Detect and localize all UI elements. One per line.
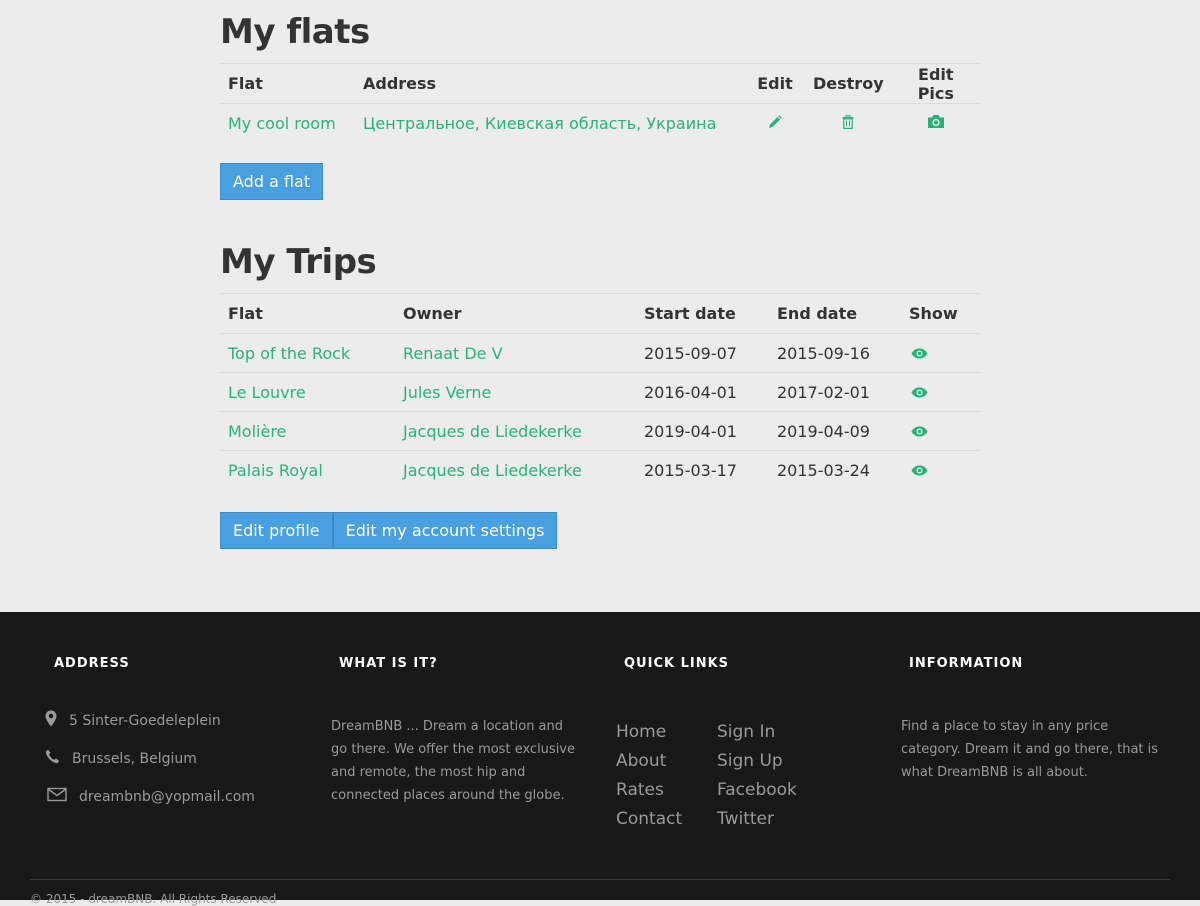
col-header-address: Address bbox=[355, 63, 745, 104]
col-header-owner: Owner bbox=[395, 293, 636, 334]
footer-what-text: DreamBNB ... Dream a location and go the… bbox=[331, 719, 575, 803]
add-flat-wrap: Add a flat bbox=[220, 163, 980, 200]
flats-table: Flat Address Edit Destroy Edit Pics My c… bbox=[220, 63, 980, 143]
table-header-row: Flat Owner Start date End date Show bbox=[220, 293, 980, 334]
eye-icon[interactable] bbox=[911, 383, 928, 402]
footer-what-heading: WHAT IS IT? bbox=[339, 656, 438, 671]
footer-information-text: Find a place to stay in any price catego… bbox=[901, 719, 1159, 780]
flats-section: My flats bbox=[220, 12, 980, 52]
footer-email-text[interactable]: dreambnb@yopmail.com bbox=[79, 789, 255, 805]
trip-owner-link[interactable]: Renaat De V bbox=[403, 344, 503, 363]
col-header-destroy: Destroy bbox=[805, 63, 892, 104]
col-header-start-date: Start date bbox=[636, 293, 769, 334]
col-header-edit-pics: Edit Pics bbox=[891, 63, 980, 104]
flat-link[interactable]: My cool room bbox=[228, 114, 336, 133]
trips-section: My Trips bbox=[220, 242, 980, 282]
footer-email: dreambnb@yopmail.com bbox=[47, 787, 255, 806]
trip-end-date: 2015-03-24 bbox=[777, 460, 870, 480]
footer: ADDRESS 5 Sinter-Goedeleplein Brussels, … bbox=[0, 612, 1200, 906]
trips-title: My Trips bbox=[220, 242, 377, 282]
trip-end-date: 2015-09-16 bbox=[769, 333, 901, 373]
trip-start-date: 2015-03-17 bbox=[644, 460, 737, 480]
footer-link-facebook[interactable]: Facebook bbox=[717, 780, 797, 800]
trip-owner-link[interactable]: Jacques de Liedekerke bbox=[403, 461, 582, 480]
col-header-edit: Edit bbox=[745, 63, 805, 104]
address-link[interactable]: Центральное, Киевская область, Украина bbox=[363, 114, 716, 133]
trip-flat-link[interactable]: Le Louvre bbox=[228, 383, 306, 402]
trip-start-date: 2015-09-07 bbox=[636, 333, 769, 373]
add-flat-button[interactable]: Add a flat bbox=[220, 163, 324, 200]
camera-icon[interactable] bbox=[927, 114, 945, 133]
footer-city-text: Brussels, Belgium bbox=[72, 750, 197, 767]
footer-information-heading: INFORMATION bbox=[909, 656, 1024, 671]
col-header-flat: Flat bbox=[220, 63, 355, 104]
eye-icon[interactable] bbox=[911, 461, 928, 480]
trip-start-date: 2016-04-01 bbox=[636, 372, 769, 412]
footer-street-text: 5 Sinter-Goedeleplein bbox=[69, 712, 221, 729]
trip-owner-link[interactable]: Jules Verne bbox=[403, 383, 491, 402]
trip-end-date: 2019-04-09 bbox=[769, 411, 901, 451]
footer-divider bbox=[30, 879, 1170, 880]
table-header-row: Flat Address Edit Destroy Edit Pics bbox=[220, 63, 980, 104]
col-header-flat: Flat bbox=[220, 293, 395, 334]
table-row: Palais Royal Jacques de Liedekerke 2015-03… bbox=[220, 451, 980, 490]
profile-button-group: Edit profile Edit my account settings bbox=[220, 512, 980, 549]
trip-start-date: 2019-04-01 bbox=[636, 411, 769, 451]
table-row: Molière Jacques de Liedekerke 2019-04-01 20… bbox=[220, 411, 980, 451]
footer-link-home[interactable]: Home bbox=[616, 722, 666, 742]
trip-owner-link[interactable]: Jacques de Liedekerke bbox=[403, 422, 582, 441]
trash-icon[interactable] bbox=[842, 114, 854, 133]
edit-profile-button[interactable]: Edit profile bbox=[220, 512, 333, 549]
trip-flat-link[interactable]: Molière bbox=[228, 422, 286, 441]
trips-table-wrap: Flat Owner Start date End date Show Top … bbox=[220, 293, 980, 490]
footer-city: Brussels, Belgium bbox=[45, 749, 197, 768]
footer-link-twitter[interactable]: Twitter bbox=[717, 809, 774, 829]
col-header-show: Show bbox=[901, 293, 980, 334]
trip-end-date: 2017-02-01 bbox=[769, 372, 901, 412]
eye-icon[interactable] bbox=[911, 422, 928, 441]
footer-street: 5 Sinter-Goedeleplein bbox=[45, 710, 221, 731]
footer-address-heading: ADDRESS bbox=[54, 656, 130, 671]
eye-icon[interactable] bbox=[911, 344, 928, 363]
map-pin-icon bbox=[45, 710, 69, 731]
footer-link-sign-up[interactable]: Sign Up bbox=[717, 751, 783, 771]
footer-copyright: © 2015 - dreamBNB. All Rights Reserved bbox=[30, 892, 277, 906]
table-row: Top of the Rock Renaat De V 2015-09-07 2015… bbox=[220, 333, 980, 373]
edit-account-settings-button[interactable]: Edit my account settings bbox=[332, 512, 558, 549]
phone-icon bbox=[45, 749, 72, 768]
table-row: My cool room Центральное, Киевская облас… bbox=[220, 104, 980, 143]
footer-link-about[interactable]: About bbox=[616, 751, 666, 771]
trips-table: Flat Owner Start date End date Show Top … bbox=[220, 293, 980, 490]
trip-flat-link[interactable]: Top of the Rock bbox=[228, 344, 350, 363]
footer-quick-links-heading: QUICK LINKS bbox=[624, 656, 730, 671]
footer-link-sign-in[interactable]: Sign In bbox=[717, 722, 775, 742]
trip-flat-link[interactable]: Palais Royal bbox=[228, 461, 323, 480]
table-row: Le Louvre Jules Verne 2016-04-01 2017-02-01 bbox=[220, 372, 980, 412]
pencil-icon[interactable] bbox=[768, 114, 782, 133]
flats-title: My flats bbox=[220, 12, 370, 52]
main-content: My flats Flat Address Edit Destroy Edit … bbox=[0, 0, 1200, 612]
envelope-icon bbox=[47, 787, 79, 806]
footer-link-contact[interactable]: Contact bbox=[616, 809, 682, 829]
footer-link-rates[interactable]: Rates bbox=[616, 780, 664, 800]
col-header-end-date: End date bbox=[769, 293, 901, 334]
profile-buttons-wrap: Edit profile Edit my account settings bbox=[220, 512, 980, 549]
flats-table-wrap: Flat Address Edit Destroy Edit Pics My c… bbox=[220, 63, 980, 143]
